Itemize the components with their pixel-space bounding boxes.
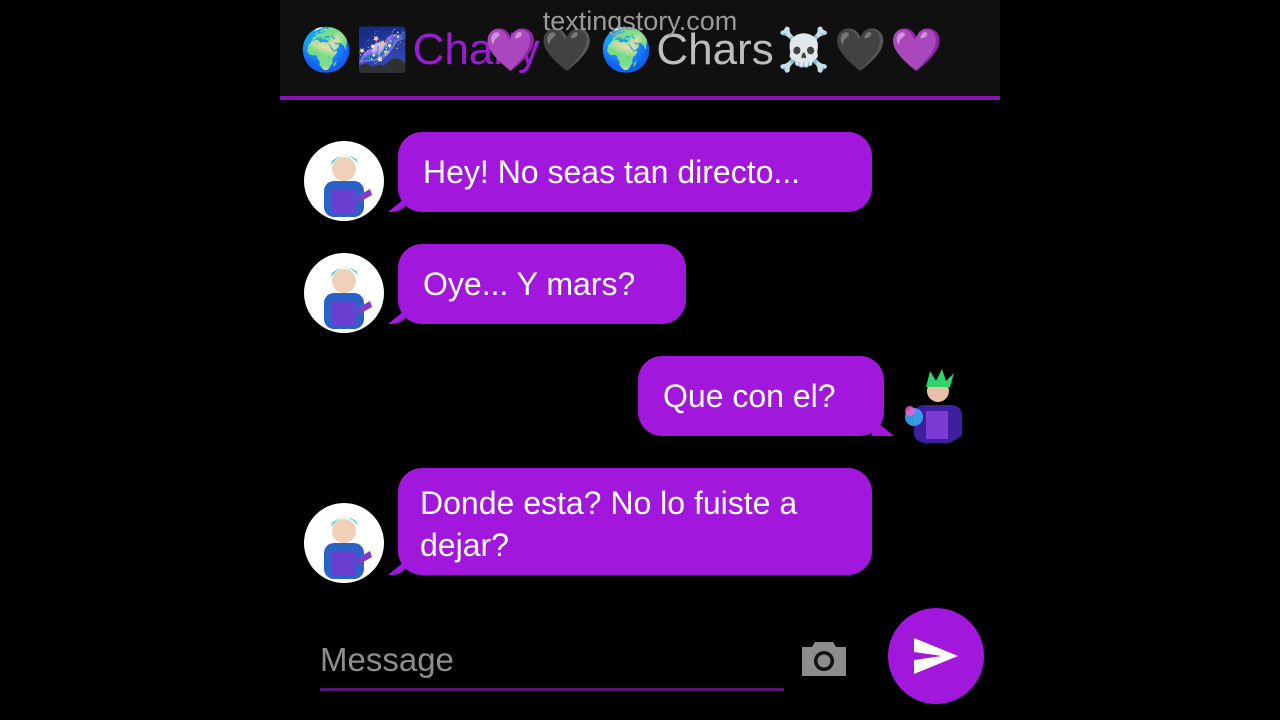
send-button[interactable] bbox=[888, 608, 984, 704]
camera-icon[interactable] bbox=[800, 638, 848, 678]
contact-avatar[interactable] bbox=[304, 503, 384, 583]
contact-avatar[interactable] bbox=[304, 253, 384, 333]
message-text: Hey! No seas tan directo... bbox=[423, 154, 801, 190]
message-bubble[interactable]: Hey! No seas tan directo... bbox=[398, 132, 872, 212]
send-icon bbox=[914, 638, 958, 674]
chat-header: 🌍 🌌 Charly 💜🖤 🌌 🌍 Chars ☠️ 🖤 💜 textingst… bbox=[280, 0, 1000, 100]
message-text: Que con el? bbox=[663, 378, 836, 414]
chat-screen: 🌍 🌌 Charly 💜🖤 🌌 🌍 Chars ☠️ 🖤 💜 textingst… bbox=[280, 0, 1000, 720]
contact-avatar[interactable] bbox=[304, 141, 384, 221]
message-text: Oye... Y mars? bbox=[423, 266, 636, 302]
watermark: textingstory.com bbox=[542, 6, 738, 36]
message-text: Donde esta? No lo fuiste a dejar? bbox=[420, 485, 798, 563]
message-input[interactable] bbox=[320, 636, 784, 691]
message-bubble-outgoing[interactable]: Que con el? bbox=[638, 356, 884, 436]
message-bubble[interactable]: Oye... Y mars? bbox=[398, 244, 686, 324]
user-avatar[interactable] bbox=[896, 365, 976, 445]
message-bubble[interactable]: Donde esta? No lo fuiste a dejar? bbox=[398, 468, 872, 575]
